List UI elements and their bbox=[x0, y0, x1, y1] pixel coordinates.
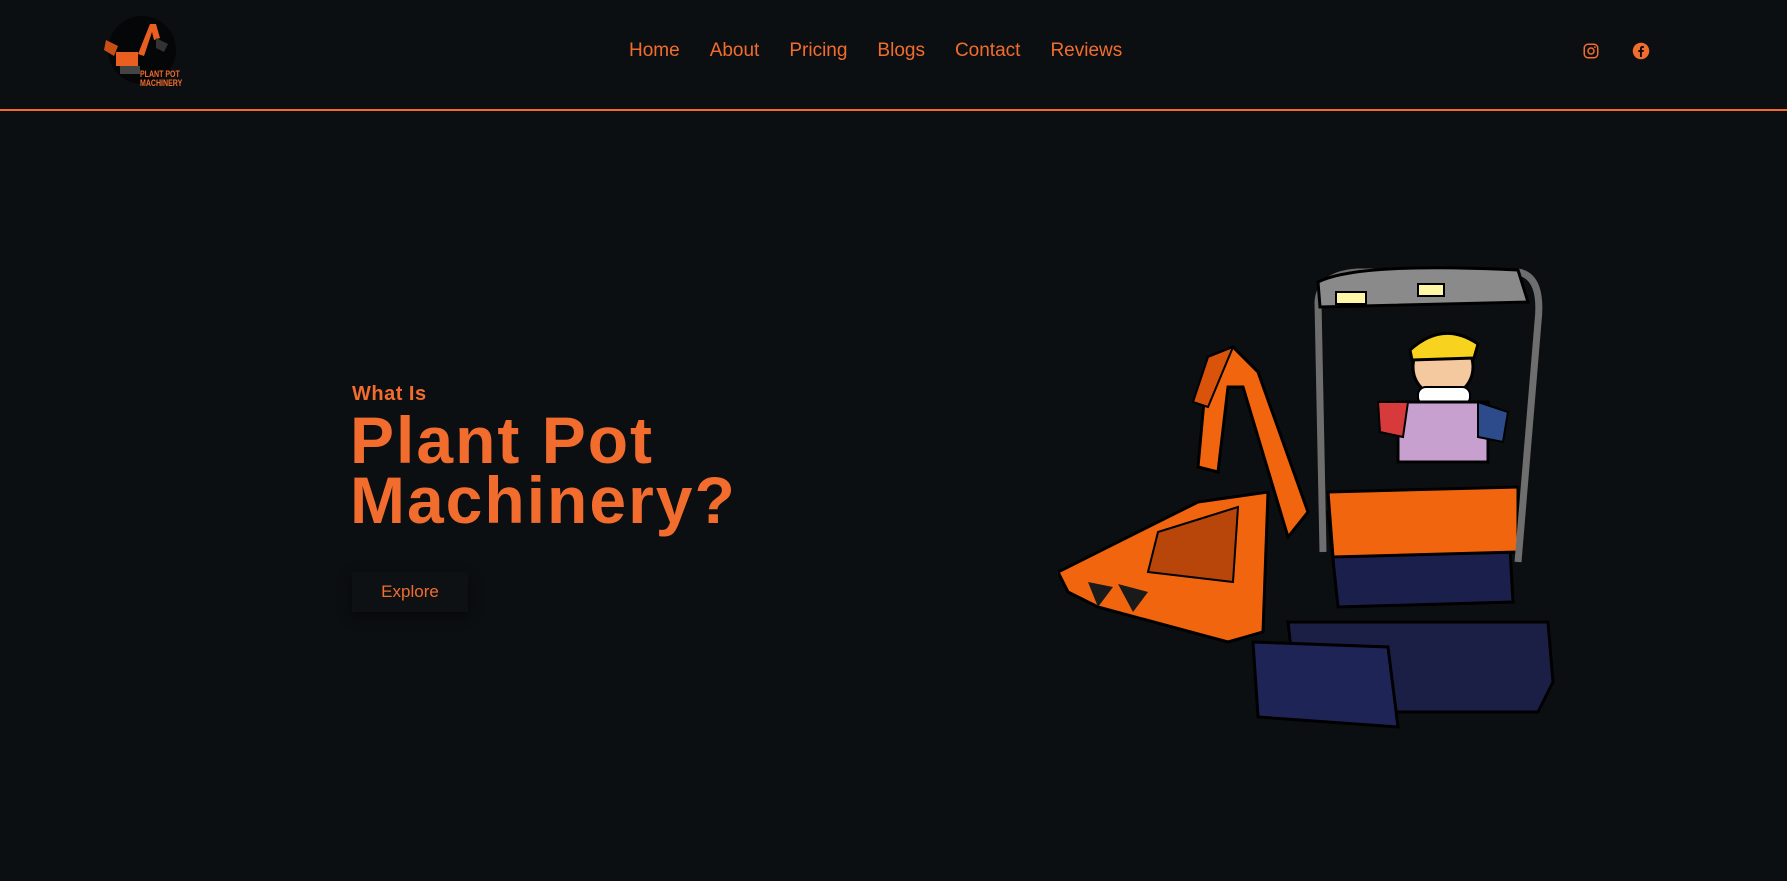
nav-pricing[interactable]: Pricing bbox=[789, 39, 847, 63]
hero-title-line2: Machinery? bbox=[350, 463, 737, 537]
nav-home[interactable]: Home bbox=[629, 39, 680, 63]
nav-contact[interactable]: Contact bbox=[955, 39, 1020, 63]
excavator-cartoon-icon bbox=[1055, 266, 1555, 729]
main-nav: Home About Pricing Blogs Contact Reviews bbox=[629, 39, 1152, 63]
instagram-icon[interactable] bbox=[1582, 42, 1600, 60]
excavator-illustration bbox=[1055, 262, 1558, 732]
logo-text-line2: MACHINERY bbox=[140, 78, 183, 88]
nav-blogs[interactable]: Blogs bbox=[877, 39, 925, 63]
explore-button[interactable]: Explore bbox=[352, 572, 468, 612]
facebook-icon[interactable] bbox=[1632, 42, 1650, 60]
nav-about[interactable]: About bbox=[710, 39, 760, 63]
logo[interactable]: PLANT POT MACHINERY bbox=[98, 10, 186, 92]
hero-title: Plant Pot Machinery? bbox=[350, 407, 737, 533]
nav-reviews[interactable]: Reviews bbox=[1050, 39, 1122, 63]
logo-text: PLANT POT MACHINERY bbox=[140, 70, 182, 88]
site-header: PLANT POT MACHINERY Home About Pricing B… bbox=[0, 0, 1787, 111]
page: PLANT POT MACHINERY Home About Pricing B… bbox=[0, 0, 1787, 881]
